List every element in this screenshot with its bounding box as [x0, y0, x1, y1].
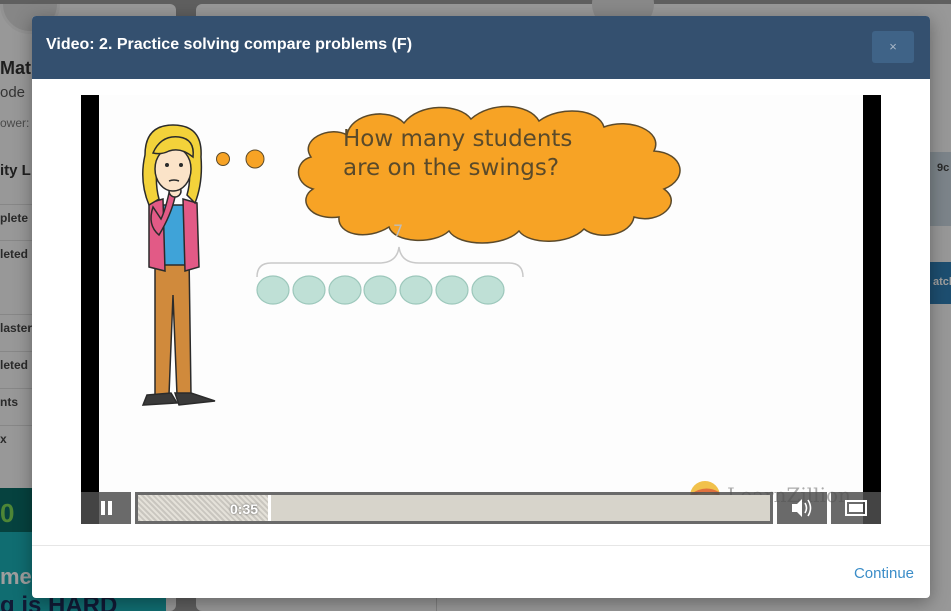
progress-handle[interactable]	[268, 495, 271, 521]
girl-eye-right	[179, 163, 183, 167]
circle-token	[399, 275, 433, 305]
fullscreen-button[interactable]	[831, 492, 881, 524]
circles-row	[256, 275, 505, 305]
thought-dot-large	[245, 149, 265, 169]
question-text: How many students are on the swings?	[343, 126, 573, 181]
brace	[256, 246, 524, 278]
progress-bar[interactable]: 0:35	[135, 492, 773, 524]
girl-pants	[154, 254, 192, 396]
pause-icon-bar	[101, 501, 105, 515]
circle-token	[328, 275, 362, 305]
video-player[interactable]: How many students are on the swings? 7 L…	[81, 95, 881, 524]
video-modal: Video: 2. Practice solving compare probl…	[32, 16, 930, 598]
video-frame: How many students are on the swings? 7 L…	[99, 95, 863, 524]
girl-cardigan-right	[182, 197, 200, 272]
modal-header: Video: 2. Practice solving compare probl…	[32, 16, 930, 79]
close-button[interactable]: ×	[872, 31, 914, 63]
pause-icon-bar	[108, 501, 112, 515]
circle-token	[435, 275, 469, 305]
volume-button[interactable]	[777, 492, 827, 524]
modal-title: Video: 2. Practice solving compare probl…	[46, 36, 413, 53]
brace-label: 7	[393, 221, 404, 240]
circle-token	[363, 275, 397, 305]
pause-button[interactable]	[81, 492, 131, 524]
fullscreen-icon	[845, 500, 867, 516]
video-controls: 0:35	[81, 492, 881, 524]
girl-eye-left	[165, 163, 169, 167]
circle-token	[256, 275, 290, 305]
circle-token	[292, 275, 326, 305]
girl-shoe-right	[173, 392, 216, 406]
progress-track: 0:35	[138, 495, 770, 521]
modal-footer: Continue	[32, 545, 930, 598]
volume-icon	[792, 499, 812, 517]
thought-dot-medium	[216, 152, 230, 166]
thinking-girl	[141, 124, 216, 406]
current-time: 0:35	[230, 501, 259, 517]
girl-shoe-left	[141, 392, 179, 406]
continue-button[interactable]: Continue	[854, 565, 914, 582]
circle-token	[471, 275, 505, 305]
